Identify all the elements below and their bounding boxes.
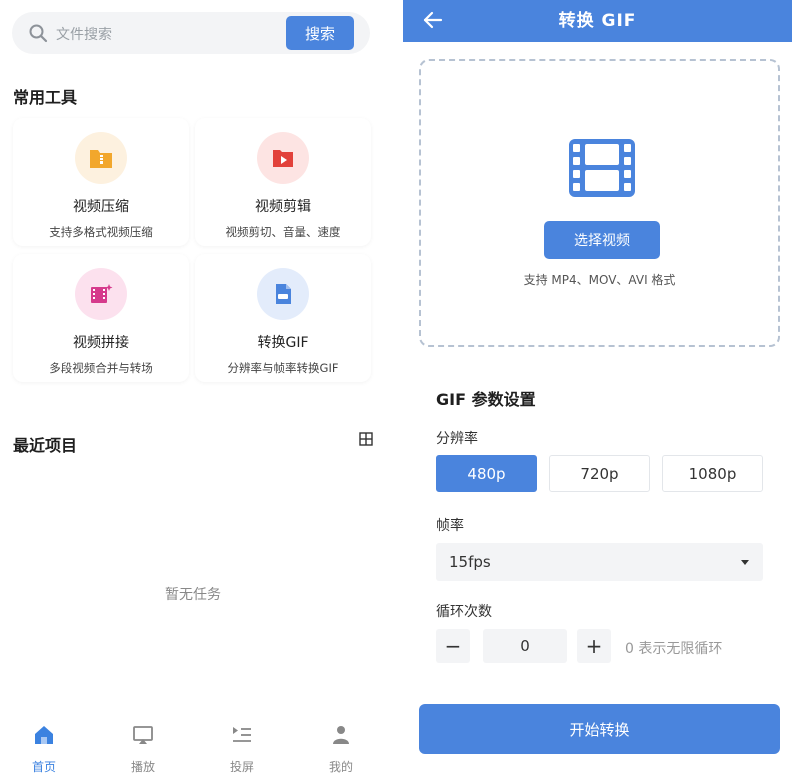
fps-select-value: 15fps — [449, 553, 491, 571]
tab-label: 投屏 — [229, 760, 254, 774]
caret-down-icon — [741, 560, 749, 565]
tool-card-gif-convert[interactable]: 转换GIF 分辨率与帧率转换GIF — [195, 254, 371, 382]
gif-file-icon — [276, 284, 291, 304]
settings-title: GIF 参数设置 — [436, 390, 536, 409]
film-strip-icon — [569, 139, 635, 197]
screen-play-icon — [133, 726, 153, 744]
tab-profile[interactable]: 我的 — [311, 724, 371, 775]
loop-increment-button[interactable]: + — [577, 629, 611, 663]
top-app-bar: 转换 GIF — [403, 0, 792, 42]
search-bar[interactable]: 文件搜索 搜索 — [12, 12, 370, 54]
empty-state-text: 暂无任务 — [165, 587, 221, 603]
loop-decrement-button[interactable]: − — [436, 629, 470, 663]
tool-icon-circle — [75, 268, 127, 320]
search-icon — [29, 24, 48, 43]
gif-convert-screen: 转换 GIF 选择视频 支持 MP4、MOV、AVI 格式 GIF 参数设置 分… — [403, 0, 792, 779]
tools-section-title: 常用工具 — [13, 88, 78, 107]
loop-label: 循环次数 — [436, 604, 492, 620]
tool-card-video-merge[interactable]: 视频拼接 多段视频合并与转场 — [13, 254, 189, 382]
home-screen: 文件搜索 搜索 常用工具 视频压缩 支持多格式视频压缩 视频剪辑 视频剪切、音量… — [0, 0, 386, 779]
search-input[interactable]: 文件搜索 — [56, 24, 112, 44]
fps-select[interactable]: 15fps — [436, 543, 763, 581]
user-icon — [333, 726, 349, 744]
search-button[interactable]: 搜索 — [286, 16, 354, 50]
resolution-option-720p[interactable]: 720p — [549, 455, 650, 492]
tool-title: 视频拼接 — [73, 335, 129, 351]
folder-zip-icon — [90, 150, 112, 168]
resolution-option-480p[interactable]: 480p — [436, 455, 537, 492]
format-hint: 支持 MP4、MOV、AVI 格式 — [523, 273, 676, 287]
resolution-option-1080p[interactable]: 1080p — [662, 455, 763, 492]
tool-desc: 支持多格式视频压缩 — [49, 225, 153, 239]
cast-list-icon — [233, 727, 251, 742]
tool-desc: 视频剪切、音量、速度 — [225, 225, 341, 239]
tool-icon-circle — [257, 268, 309, 320]
tool-title: 视频剪辑 — [255, 199, 311, 215]
tool-card-video-compress[interactable]: 视频压缩 支持多格式视频压缩 — [13, 118, 189, 246]
loop-hint: 0 表示无限循环 — [625, 641, 723, 657]
tab-cast[interactable]: 投屏 — [212, 724, 272, 775]
grid-view-icon[interactable] — [359, 432, 373, 446]
tool-card-video-edit[interactable]: 视频剪辑 视频剪切、音量、速度 — [195, 118, 371, 246]
recent-section-title: 最近项目 — [13, 436, 78, 455]
tab-label: 播放 — [130, 760, 155, 774]
video-play-icon — [273, 150, 293, 167]
loop-count-input[interactable]: 0 — [483, 629, 567, 663]
film-sparkle-icon — [91, 284, 113, 303]
tool-title: 转换GIF — [257, 335, 309, 351]
resolution-label: 分辨率 — [436, 431, 478, 447]
home-icon — [35, 726, 53, 744]
tool-icon-circle — [75, 132, 127, 184]
tab-home[interactable]: 首页 — [14, 724, 74, 775]
start-convert-button[interactable]: 开始转换 — [419, 704, 780, 754]
tool-title: 视频压缩 — [73, 199, 129, 215]
tool-icon-circle — [257, 132, 309, 184]
video-upload-area[interactable]: 选择视频 支持 MP4、MOV、AVI 格式 — [419, 59, 780, 347]
tool-desc: 分辨率与帧率转换GIF — [227, 361, 339, 375]
tool-desc: 多段视频合并与转场 — [49, 361, 153, 375]
page-title: 转换 GIF — [558, 11, 637, 31]
tab-play[interactable]: 播放 — [113, 724, 173, 775]
bottom-tab-bar: 首页 播放 投屏 我的 — [0, 710, 386, 779]
tab-label: 首页 — [31, 760, 56, 774]
select-video-button[interactable]: 选择视频 — [544, 221, 660, 259]
fps-label: 帧率 — [436, 518, 464, 534]
tab-label: 我的 — [328, 760, 353, 774]
